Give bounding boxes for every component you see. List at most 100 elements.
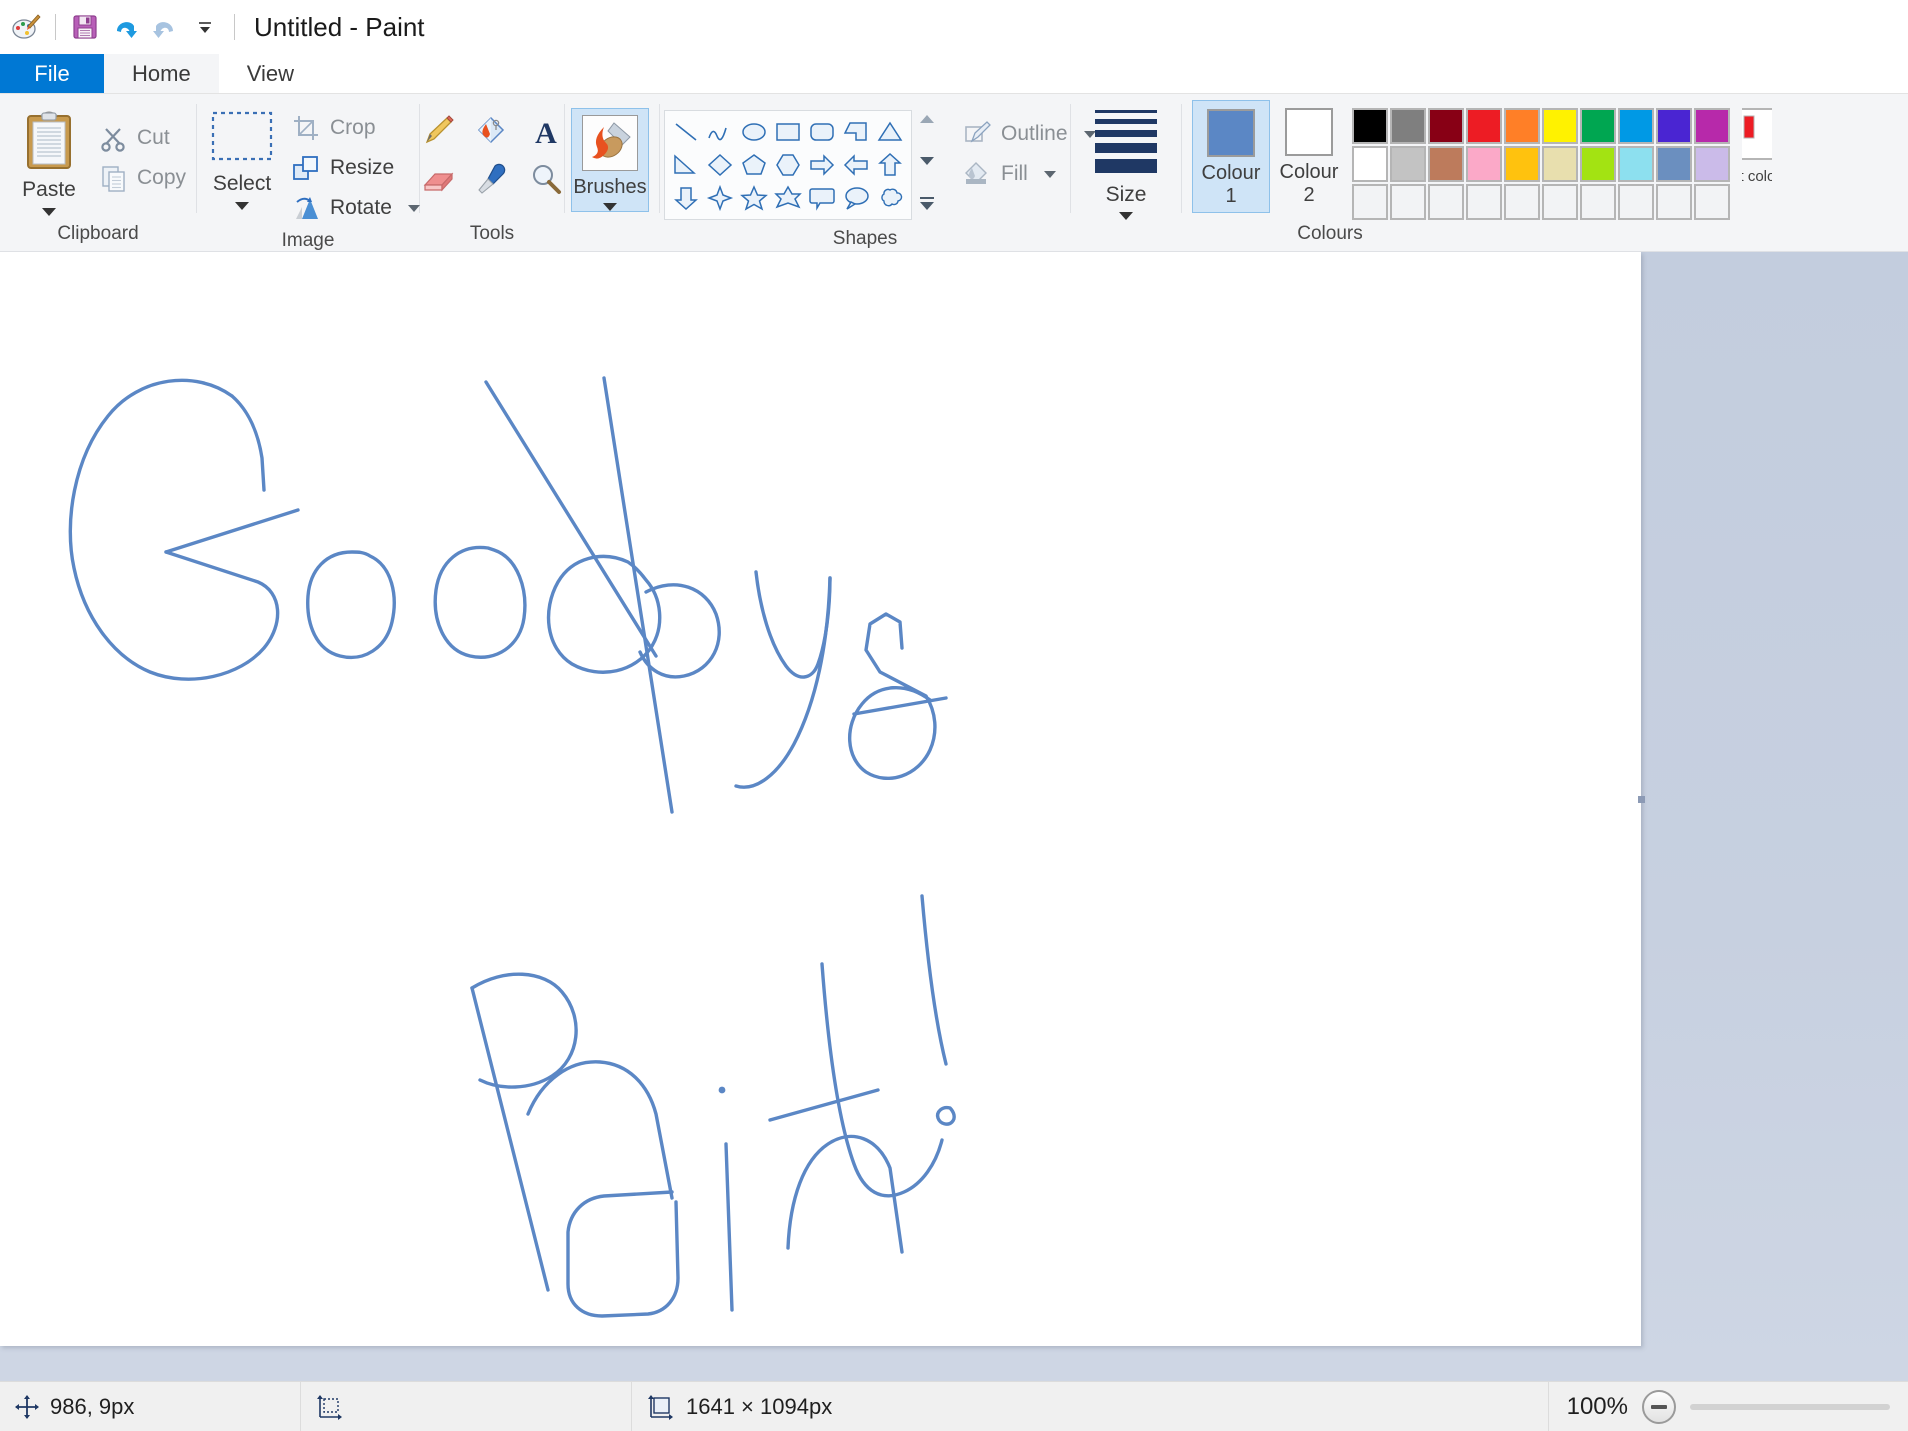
shape-pentagon[interactable] (737, 149, 771, 181)
fill-with-colour-tool[interactable] (468, 108, 516, 154)
shapes-scrollbar[interactable] (916, 110, 938, 218)
shape-right-arrow[interactable] (805, 149, 839, 181)
resize-button[interactable]: Resize (283, 148, 428, 188)
palette-swatch-r2-c8[interactable] (1618, 146, 1654, 182)
palette-swatch-r1-c5[interactable] (1504, 108, 1540, 144)
paste-dropdown-caret[interactable] (42, 208, 56, 216)
brushes-button[interactable]: Brushes (571, 108, 649, 212)
shape-diamond[interactable] (703, 149, 737, 181)
zoom-slider[interactable] (1690, 1403, 1890, 1410)
edit-colours-button[interactable]: Edit colours (1742, 100, 1772, 185)
copy-button[interactable]: Copy (90, 158, 194, 198)
shapes-more-icon[interactable] (918, 195, 936, 218)
shape-line[interactable] (669, 116, 703, 148)
palette-swatch-r1-c8[interactable] (1618, 108, 1654, 144)
redo-icon[interactable] (145, 7, 185, 47)
palette-swatch-r1-c7[interactable] (1580, 108, 1616, 144)
crop-button[interactable]: Crop (283, 108, 428, 148)
brush-icon (582, 115, 638, 171)
shape-oval-callout[interactable] (839, 182, 873, 214)
rotate-icon (291, 193, 321, 223)
canvas-drawing (68, 376, 956, 1318)
palette-swatch-r3-c4[interactable] (1466, 184, 1502, 220)
tab-view[interactable]: View (218, 54, 322, 94)
paste-button[interactable]: Paste (8, 104, 90, 216)
palette-swatch-r2-c5[interactable] (1504, 146, 1540, 182)
colour2-button[interactable]: Colour 2 (1270, 100, 1348, 211)
palette-swatch-r1-c1[interactable] (1352, 108, 1388, 144)
colour-picker-tool[interactable] (468, 156, 516, 202)
scissors-icon (98, 123, 128, 153)
text-tool[interactable]: A (522, 108, 570, 154)
select-button[interactable]: Select (201, 104, 283, 210)
palette-swatch-r3-c9[interactable] (1656, 184, 1692, 220)
undo-icon[interactable] (105, 7, 145, 47)
shape-right-triangle[interactable] (669, 149, 703, 181)
tab-file[interactable]: File (0, 54, 104, 94)
resize-label: Resize (330, 156, 395, 179)
palette-swatch-r2-c2[interactable] (1390, 146, 1426, 182)
shape-up-arrow[interactable] (873, 149, 907, 181)
shape-left-arrow[interactable] (839, 149, 873, 181)
select-dropdown-caret[interactable] (235, 202, 249, 210)
shape-down-arrow[interactable] (669, 182, 703, 214)
shapes-scroll-up-icon[interactable] (918, 112, 936, 131)
tab-home[interactable]: Home (104, 54, 219, 94)
customize-qat-icon[interactable] (185, 7, 225, 47)
palette-swatch-r1-c6[interactable] (1542, 108, 1578, 144)
fill-icon (962, 159, 992, 189)
palette-swatch-r1-c3[interactable] (1428, 108, 1464, 144)
shape-hexagon[interactable] (771, 149, 805, 181)
shapes-group-label: Shapes (832, 228, 898, 249)
canvas-workspace[interactable] (0, 252, 1908, 1381)
palette-swatch-r3-c5[interactable] (1504, 184, 1540, 220)
palette-swatch-r1-c10[interactable] (1694, 108, 1730, 144)
palette-swatch-r3-c3[interactable] (1428, 184, 1464, 220)
save-icon[interactable] (65, 7, 105, 47)
palette-swatch-r2-c3[interactable] (1428, 146, 1464, 182)
palette-swatch-r2-c10[interactable] (1694, 146, 1730, 182)
eraser-tool[interactable] (414, 156, 462, 202)
shape-four-point-star[interactable] (703, 182, 737, 214)
shape-curve[interactable] (703, 116, 737, 148)
shape-rectangle[interactable] (771, 116, 805, 148)
shapes-scroll-down-icon[interactable] (918, 154, 936, 173)
rotate-button[interactable]: Rotate (283, 188, 428, 228)
shape-oval[interactable] (737, 116, 771, 148)
paint-app-icon[interactable] (6, 7, 46, 47)
palette-swatch-r2-c7[interactable] (1580, 146, 1616, 182)
fill-dropdown-caret[interactable] (1043, 170, 1056, 178)
palette-swatch-r2-c9[interactable] (1656, 146, 1692, 182)
palette-swatch-r2-c1[interactable] (1352, 146, 1388, 182)
palette-swatch-r1-c2[interactable] (1390, 108, 1426, 144)
brushes-dropdown-caret[interactable] (603, 203, 617, 211)
shape-cloud-callout[interactable] (873, 182, 907, 214)
colour1-button[interactable]: Colour 1 (1192, 100, 1270, 213)
canvas-resize-handle-right[interactable] (1638, 796, 1645, 803)
palette-swatch-r3-c10[interactable] (1694, 184, 1730, 220)
palette-swatch-r3-c2[interactable] (1390, 184, 1426, 220)
palette-swatch-r3-c6[interactable] (1542, 184, 1578, 220)
zoom-out-button[interactable] (1642, 1389, 1676, 1424)
shape-five-point-star[interactable] (737, 182, 771, 214)
shape-rounded-rectangle[interactable] (805, 116, 839, 148)
palette-swatch-r2-c4[interactable] (1466, 146, 1502, 182)
palette-swatch-r3-c8[interactable] (1618, 184, 1654, 220)
size-button[interactable]: Size (1079, 104, 1173, 226)
palette-swatch-r3-c1[interactable] (1352, 184, 1388, 220)
palette-swatch-r1-c4[interactable] (1466, 108, 1502, 144)
shape-triangle[interactable] (873, 116, 907, 148)
palette-swatch-r1-c9[interactable] (1656, 108, 1692, 144)
size-dropdown-caret[interactable] (1119, 212, 1133, 220)
shape-polygon[interactable] (839, 116, 873, 148)
colour-palette (1348, 100, 1734, 220)
cut-label: Cut (137, 126, 170, 149)
pencil-tool[interactable] (414, 108, 462, 154)
palette-swatch-r3-c7[interactable] (1580, 184, 1616, 220)
magnifier-tool[interactable] (522, 156, 570, 202)
shape-rounded-rectangular-callout[interactable] (805, 182, 839, 214)
palette-swatch-r2-c6[interactable] (1542, 146, 1578, 182)
shape-six-point-star[interactable] (771, 182, 805, 214)
paint-canvas[interactable] (0, 252, 1645, 1346)
cut-button[interactable]: Cut (90, 118, 194, 158)
